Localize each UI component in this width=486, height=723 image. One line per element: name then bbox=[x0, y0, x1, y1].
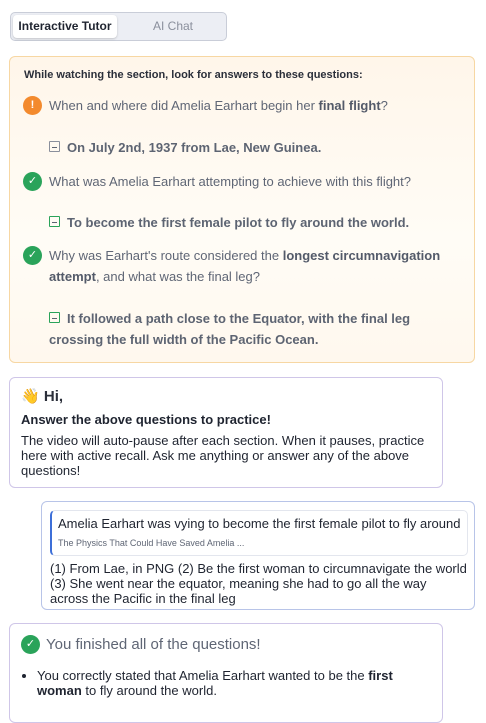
answer-icon bbox=[49, 141, 60, 152]
questions-intro: While watching the section, look for ans… bbox=[24, 69, 363, 81]
greeting: 👋 Hi, bbox=[21, 388, 64, 405]
tutor-body: The video will auto-pause after each sec… bbox=[21, 433, 425, 478]
quote-source: The Physics That Could Have Saved Amelia… bbox=[58, 538, 245, 548]
finished-title: You finished all of the questions! bbox=[46, 636, 261, 653]
question-2: What was Amelia Earhart attempting to ac… bbox=[49, 174, 412, 189]
check-icon: ✓ bbox=[21, 635, 40, 654]
answer-1: On July 2nd, 1937 from Lae, New Guinea. bbox=[49, 137, 464, 158]
user-message: Amelia Earhart was vying to become the f… bbox=[41, 501, 475, 610]
check-icon: ✓ bbox=[23, 172, 42, 191]
user-answer: (1) From Lae, in PNG (2) Be the first wo… bbox=[50, 561, 467, 606]
answer-3: It followed a path close to the Equator,… bbox=[49, 311, 411, 347]
feedback-item: You correctly stated that Amelia Earhart… bbox=[21, 668, 426, 698]
answer-icon bbox=[49, 216, 60, 227]
quoted-transcript[interactable]: Amelia Earhart was vying to become the f… bbox=[50, 510, 468, 556]
questions-panel: While watching the section, look for ans… bbox=[9, 56, 475, 363]
wave-icon: 👋 bbox=[21, 388, 40, 405]
tutor-message: 👋 Hi, Answer the above questions to prac… bbox=[9, 377, 443, 488]
tutor-title: Answer the above questions to practice! bbox=[21, 412, 271, 427]
mode-tabs: Interactive Tutor AI Chat bbox=[10, 12, 227, 41]
finished-card: ✓ You finished all of the questions! You… bbox=[9, 623, 443, 723]
tab-ai-chat[interactable]: AI Chat bbox=[121, 15, 225, 38]
question-3: Why was Earhart's route considered the l… bbox=[49, 248, 441, 284]
quote-text: Amelia Earhart was vying to become the f… bbox=[58, 516, 462, 531]
tab-interactive-tutor[interactable]: Interactive Tutor bbox=[13, 15, 117, 38]
lightbulb-icon: ! bbox=[23, 96, 42, 115]
check-icon: ✓ bbox=[23, 246, 42, 265]
answer-2: To become the first female pilot to fly … bbox=[49, 212, 464, 233]
answer-icon bbox=[49, 312, 60, 323]
bullet-icon bbox=[22, 674, 26, 678]
question-1: When and where did Amelia Earhart begin … bbox=[49, 98, 388, 113]
